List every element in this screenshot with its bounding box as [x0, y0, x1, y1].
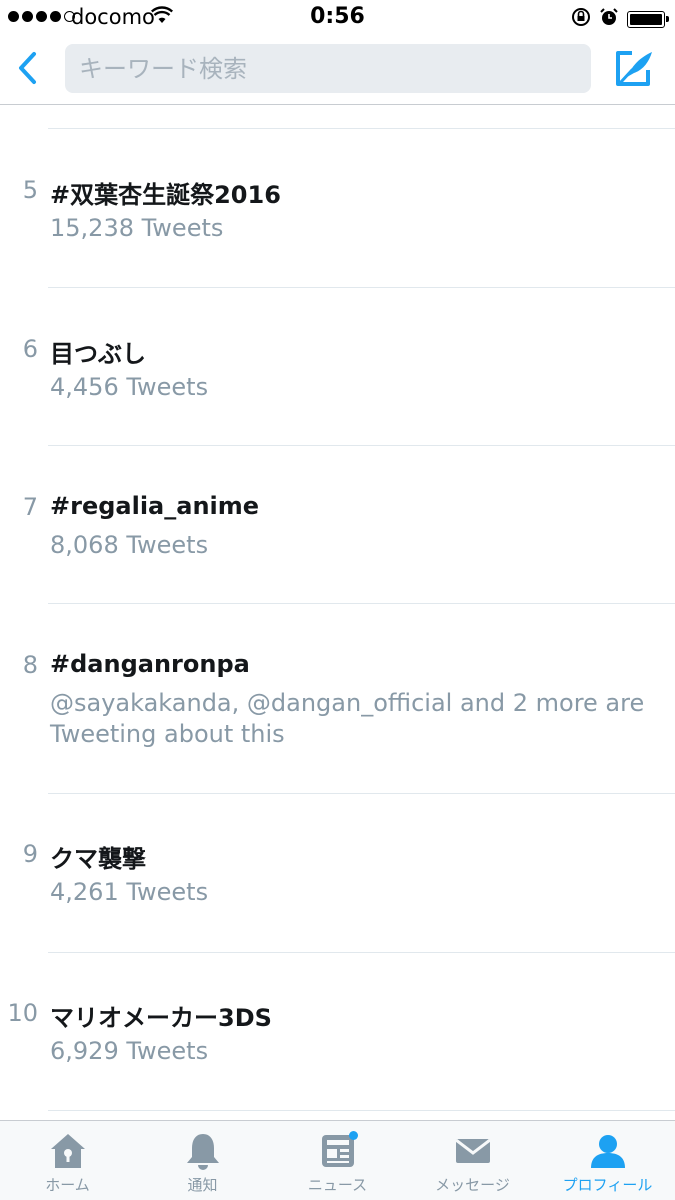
trend-rank: 9 — [22, 840, 38, 868]
trend-meta: 15,238 Tweets — [50, 214, 224, 242]
trend-rank: 6 — [22, 335, 38, 363]
trend-rank: 10 — [7, 999, 38, 1027]
bell-icon — [186, 1134, 219, 1170]
trend-item[interactable]: 8 #danganronpa @sayakakanda, @dangan_off… — [0, 650, 675, 790]
trend-item[interactable]: 10 マリオメーカー3DS 6,929 Tweets — [0, 998, 675, 1108]
compose-icon — [616, 51, 652, 86]
envelope-icon — [454, 1138, 491, 1163]
alarm-icon — [599, 7, 619, 31]
home-icon — [50, 1134, 85, 1168]
divider — [48, 793, 675, 794]
tab-notifications[interactable]: 通知 — [135, 1121, 270, 1200]
tab-label: ホーム — [45, 1176, 90, 1194]
orientation-lock-icon — [571, 7, 591, 31]
trend-meta: 4,261 Tweets — [50, 878, 209, 906]
divider — [48, 952, 675, 953]
tab-label: 通知 — [187, 1176, 218, 1194]
tab-label: プロフィール — [562, 1176, 653, 1194]
trends-list: 5 #双葉杏生誕祭2016 15,238 Tweets 6 目つぶし 4,456… — [0, 105, 675, 1120]
tab-label: ニュース — [307, 1176, 368, 1194]
tab-news[interactable]: ニュース — [270, 1121, 405, 1200]
trend-rank: 7 — [22, 493, 38, 521]
divider — [48, 603, 675, 604]
trend-item[interactable]: 6 目つぶし 4,456 Tweets — [0, 334, 675, 444]
tab-home[interactable]: ホーム — [0, 1121, 135, 1200]
news-badge-dot — [348, 1131, 358, 1140]
search-box[interactable] — [65, 44, 591, 93]
divider — [48, 287, 675, 288]
back-button[interactable] — [14, 49, 44, 87]
trend-topic: クマ襲撃 — [50, 845, 146, 873]
trend-topic: マリオメーカー3DS — [50, 1004, 272, 1032]
trend-topic: #双葉杏生誕祭2016 — [50, 181, 281, 209]
tab-label: メッセージ — [435, 1176, 510, 1194]
trend-rank: 8 — [22, 651, 38, 679]
trend-item[interactable]: 5 #双葉杏生誕祭2016 15,238 Tweets — [0, 175, 675, 285]
trend-topic: #regalia_anime — [50, 492, 260, 520]
chevron-left-icon — [19, 52, 36, 84]
navigation-bar — [0, 36, 675, 105]
trend-meta: 6,929 Tweets — [50, 1037, 209, 1065]
search-input[interactable] — [65, 44, 591, 93]
trend-item[interactable]: 9 クマ襲撃 4,261 Tweets — [0, 839, 675, 949]
trend-topic: 目つぶし — [50, 340, 146, 368]
trend-topic: #danganronpa — [50, 650, 250, 678]
compose-button[interactable] — [612, 46, 656, 90]
person-icon — [590, 1135, 625, 1168]
tab-messages[interactable]: メッセージ — [405, 1121, 540, 1200]
divider — [48, 128, 675, 129]
trend-meta: 4,456 Tweets — [50, 373, 209, 401]
divider — [48, 445, 675, 446]
tab-bar: ホーム 通知 ニュース メッセージ プロフィール — [0, 1120, 675, 1200]
trend-meta: 8,068 Tweets — [50, 531, 209, 559]
status-bar: docomo 0:56 — [0, 0, 675, 36]
trend-item[interactable]: 7 #regalia_anime 8,068 Tweets — [0, 492, 675, 602]
divider — [48, 1110, 675, 1111]
trend-meta: @sayakakanda, @dangan_official and 2 mor… — [50, 689, 645, 748]
trend-rank: 5 — [22, 176, 38, 204]
tab-profile[interactable]: プロフィール — [540, 1121, 675, 1200]
battery-icon — [627, 10, 669, 28]
